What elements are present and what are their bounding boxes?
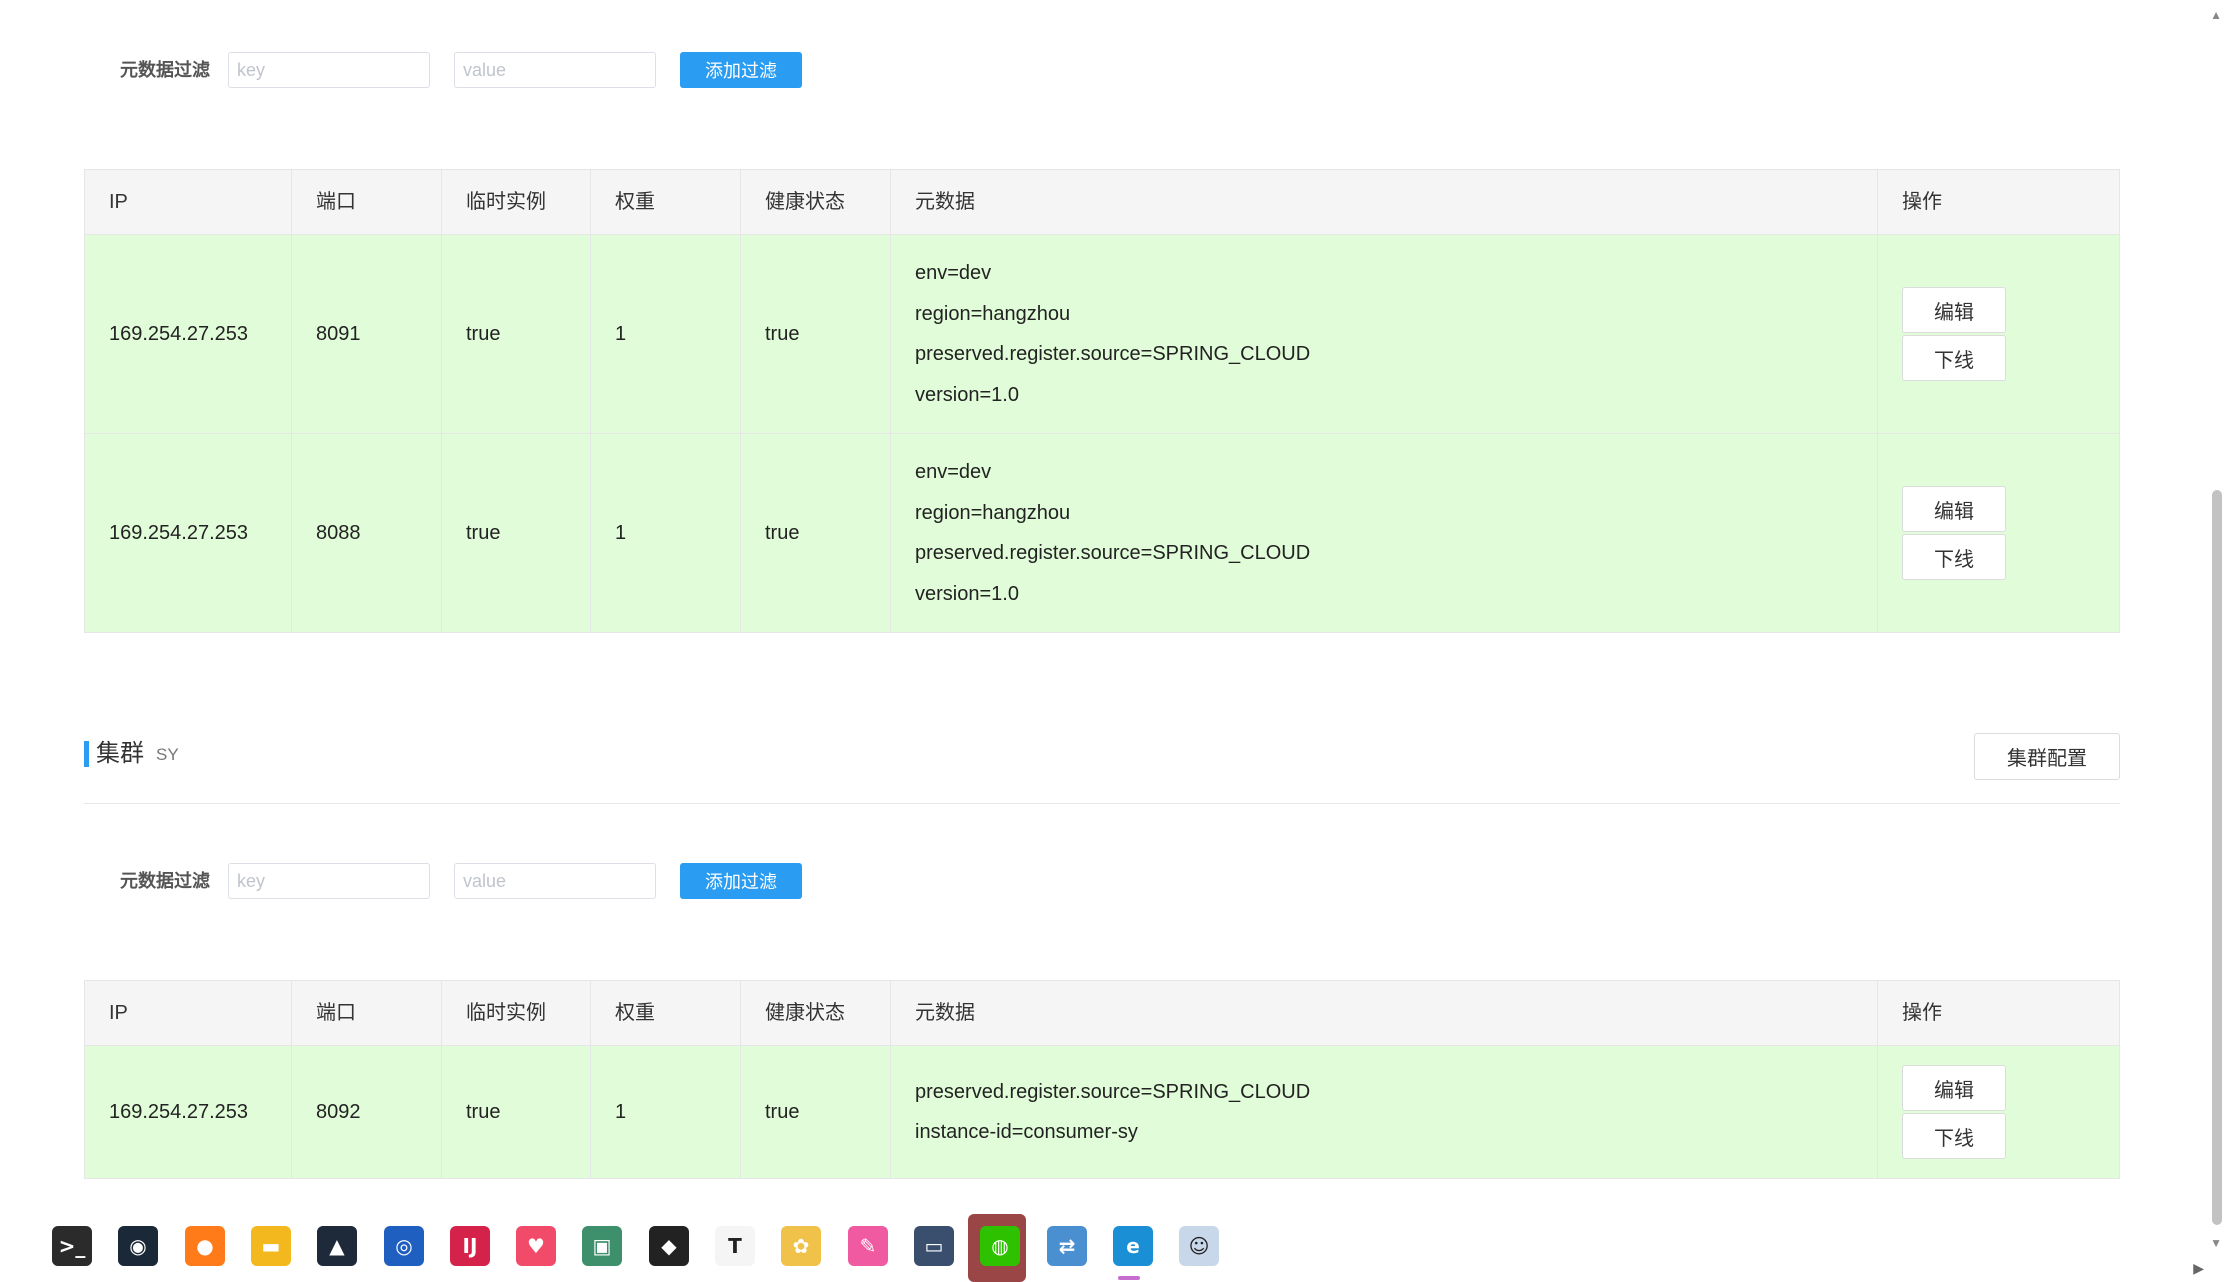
cell-ops: 编辑 下线 bbox=[1878, 1046, 2119, 1178]
intellij-icon[interactable]: IJ bbox=[450, 1226, 490, 1266]
edit-button[interactable]: 编辑 bbox=[1902, 1065, 2006, 1111]
header-healthy: 健康状态 bbox=[741, 170, 891, 234]
metadata-entry: env=dev bbox=[915, 461, 992, 483]
cell-ephemeral: true bbox=[442, 434, 591, 632]
table-header: IP 端口 临时实例 权重 健康状态 元数据 操作 bbox=[85, 981, 2119, 1046]
network-app-icon[interactable]: ⇄ bbox=[1047, 1226, 1087, 1266]
cell-port: 8091 bbox=[292, 235, 442, 433]
edit-button[interactable]: 编辑 bbox=[1902, 486, 2006, 532]
header-weight: 权重 bbox=[591, 170, 741, 234]
cluster-title: 集群 bbox=[96, 740, 144, 767]
cell-metadata: env=dev region=hangzhou preserved.regist… bbox=[891, 434, 1878, 632]
filter-value-input[interactable] bbox=[454, 863, 656, 899]
scroll-up-arrow-icon[interactable]: ▲ bbox=[2210, 8, 2222, 22]
add-filter-button[interactable]: 添加过滤 bbox=[680, 52, 802, 88]
header-weight: 权重 bbox=[591, 981, 741, 1045]
offline-button[interactable]: 下线 bbox=[1902, 335, 2006, 381]
file-explorer-icon[interactable]: ▬ bbox=[251, 1226, 291, 1266]
table-row: 169.254.27.253 8088 true 1 true env=dev … bbox=[85, 434, 2119, 632]
pen-app-icon[interactable]: ✎ bbox=[848, 1226, 888, 1266]
header-metadata: 元数据 bbox=[891, 170, 1878, 234]
heart-app-icon[interactable]: ♥ bbox=[516, 1226, 556, 1266]
metadata-entry: region=hangzhou bbox=[915, 501, 1071, 524]
metadata-entry: region=hangzhou bbox=[915, 302, 1071, 325]
cell-healthy: true bbox=[741, 434, 891, 632]
metadata-entry: preserved.register.source=SPRING_CLOUD bbox=[915, 542, 1311, 564]
metadata-entry: preserved.register.source=SPRING_CLOUD bbox=[915, 343, 1311, 365]
header-metadata: 元数据 bbox=[891, 981, 1878, 1045]
avatar-app-icon[interactable]: ☺ bbox=[1179, 1226, 1219, 1266]
cluster-accent-bar bbox=[84, 741, 89, 767]
cell-ip: 169.254.27.253 bbox=[85, 235, 292, 433]
taskbar: >_ ◉ ● ▬ ▲ ◎ IJ ♥ ▣ ◆ T ✿ ✎ ▭ ◍ ⇄ e ☺ bbox=[0, 1214, 2208, 1282]
cell-ip: 169.254.27.253 bbox=[85, 1046, 292, 1178]
header-ops: 操作 bbox=[1902, 1002, 1942, 1024]
metadata-filter-bar-2: 元数据过滤 添加过滤 bbox=[0, 863, 900, 899]
table-header: IP 端口 临时实例 权重 健康状态 元数据 操作 bbox=[85, 170, 2119, 235]
metadata-entry: version=1.0 bbox=[915, 582, 1019, 605]
metadata-filter-label: 元数据过滤 bbox=[120, 60, 210, 80]
cube-app-icon[interactable]: ◆ bbox=[649, 1226, 689, 1266]
offline-button[interactable]: 下线 bbox=[1902, 1113, 2006, 1159]
add-filter-button[interactable]: 添加过滤 bbox=[680, 863, 802, 899]
edge-icon[interactable]: e bbox=[1113, 1226, 1153, 1266]
header-port: 端口 bbox=[292, 981, 442, 1045]
monitor-app-icon[interactable]: ▭ bbox=[914, 1226, 954, 1266]
wechat-icon[interactable]: ◍ bbox=[980, 1226, 1020, 1266]
filter-value-input[interactable] bbox=[454, 52, 656, 88]
metadata-entry: instance-id=consumer-sy bbox=[915, 1121, 1138, 1143]
taskbar-running-indicator bbox=[1118, 1276, 1140, 1280]
typora-icon[interactable]: T bbox=[715, 1226, 755, 1266]
cell-ops: 编辑 下线 bbox=[1878, 434, 2119, 632]
instance-table-2: IP 端口 临时实例 权重 健康状态 元数据 操作 169.254.27.253… bbox=[84, 980, 2120, 1179]
cell-ops: 编辑 下线 bbox=[1878, 235, 2119, 433]
edit-button[interactable]: 编辑 bbox=[1902, 287, 2006, 333]
header-ip: IP bbox=[85, 981, 292, 1045]
cell-ephemeral: true bbox=[442, 1046, 591, 1178]
metadata-entry: preserved.register.source=SPRING_CLOUD bbox=[915, 1080, 1311, 1103]
screenshot-icon[interactable]: ◎ bbox=[384, 1226, 424, 1266]
cell-healthy: true bbox=[741, 235, 891, 433]
cell-ephemeral: true bbox=[442, 235, 591, 433]
cell-port: 8092 bbox=[292, 1046, 442, 1178]
flower-app-icon[interactable]: ✿ bbox=[781, 1226, 821, 1266]
metadata-entry: env=dev bbox=[915, 262, 992, 284]
header-ephemeral: 临时实例 bbox=[442, 170, 591, 234]
header-ephemeral: 临时实例 bbox=[442, 981, 591, 1045]
metadata-entry: version=1.0 bbox=[915, 383, 1019, 406]
vertical-scrollbar[interactable]: ▲ ▼ bbox=[2208, 0, 2226, 1282]
cluster-config-button[interactable]: 集群配置 bbox=[1974, 733, 2120, 780]
cell-weight: 1 bbox=[591, 1046, 741, 1178]
terminal-icon[interactable]: >_ bbox=[52, 1226, 92, 1266]
cat-app-icon[interactable]: ▲ bbox=[317, 1226, 357, 1266]
cluster-header: 集群 SY 集群配置 bbox=[84, 733, 2120, 804]
scroll-down-arrow-icon[interactable]: ▼ bbox=[2210, 1236, 2222, 1250]
cell-weight: 1 bbox=[591, 434, 741, 632]
window-app-icon[interactable]: ▣ bbox=[582, 1226, 622, 1266]
cell-weight: 1 bbox=[591, 235, 741, 433]
steam-icon[interactable]: ◉ bbox=[118, 1226, 158, 1266]
header-ops: 操作 bbox=[1902, 191, 1942, 213]
cell-ip: 169.254.27.253 bbox=[85, 434, 292, 632]
instance-table-1: IP 端口 临时实例 权重 健康状态 元数据 操作 169.254.27.253… bbox=[84, 169, 2120, 633]
cell-metadata: env=dev region=hangzhou preserved.regist… bbox=[891, 235, 1878, 433]
metadata-filter-label: 元数据过滤 bbox=[120, 871, 210, 891]
filter-key-input[interactable] bbox=[228, 863, 430, 899]
table-row: 169.254.27.253 8092 true 1 true preserve… bbox=[85, 1046, 2119, 1178]
firefox-icon[interactable]: ● bbox=[185, 1226, 225, 1266]
scroll-thumb[interactable] bbox=[2212, 490, 2222, 1225]
cluster-name: SY bbox=[156, 745, 179, 764]
header-ip: IP bbox=[85, 170, 292, 234]
header-healthy: 健康状态 bbox=[741, 981, 891, 1045]
cell-healthy: true bbox=[741, 1046, 891, 1178]
table-row: 169.254.27.253 8091 true 1 true env=dev … bbox=[85, 235, 2119, 434]
header-port: 端口 bbox=[292, 170, 442, 234]
metadata-filter-bar-1: 元数据过滤 添加过滤 bbox=[0, 52, 900, 88]
corner-arrow-icon: ▶ bbox=[2193, 1260, 2204, 1276]
offline-button[interactable]: 下线 bbox=[1902, 534, 2006, 580]
filter-key-input[interactable] bbox=[228, 52, 430, 88]
cell-port: 8088 bbox=[292, 434, 442, 632]
cell-metadata: preserved.register.source=SPRING_CLOUD i… bbox=[891, 1046, 1878, 1178]
